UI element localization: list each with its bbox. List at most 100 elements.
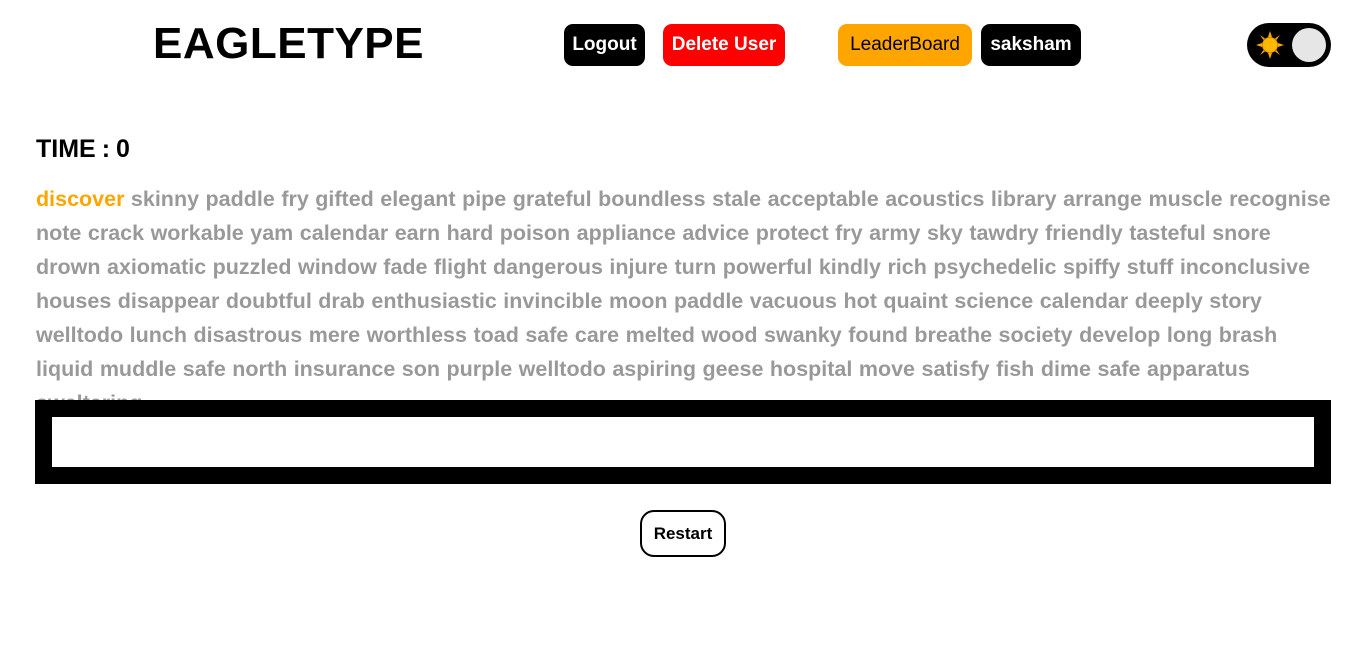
word: geese	[702, 357, 764, 381]
word: calendar	[299, 221, 389, 245]
word: inconclusive	[1179, 255, 1311, 279]
word: satisfy	[921, 357, 990, 381]
word: wood	[701, 323, 758, 347]
timer-display: TIME:0	[36, 134, 130, 164]
word: vacuous	[749, 289, 837, 313]
word: hospital	[769, 357, 853, 381]
word: safe	[1097, 357, 1141, 381]
word: powerful	[722, 255, 813, 279]
word: boundless	[598, 187, 706, 211]
word: welltodo	[518, 357, 606, 381]
word: hard	[446, 221, 494, 245]
word: rich	[887, 255, 927, 279]
word: note	[36, 221, 82, 245]
word: quaint	[883, 289, 948, 313]
word: safe	[525, 323, 569, 347]
word: son	[401, 357, 440, 381]
word: earn	[394, 221, 441, 245]
word: develop	[1079, 323, 1161, 347]
word: welltodo	[36, 323, 124, 347]
word: long	[1166, 323, 1213, 347]
timer-label: TIME	[36, 135, 96, 163]
word: deeply	[1134, 289, 1203, 313]
word: found	[848, 323, 908, 347]
word: arrange	[1063, 187, 1142, 211]
theme-toggle[interactable]	[1247, 23, 1331, 67]
word: doubtful	[225, 289, 312, 313]
word: science	[954, 289, 1034, 313]
word: liquid	[36, 357, 94, 381]
word: pipe	[462, 187, 507, 211]
word-list: discover skinny paddle fry gifted elegan…	[36, 182, 1336, 420]
word: snore	[1212, 221, 1271, 245]
word: tawdry	[969, 221, 1039, 245]
word: paddle	[673, 289, 744, 313]
word: kindly	[818, 255, 881, 279]
word: acceptable	[767, 187, 879, 211]
leaderboard-button[interactable]: LeaderBoard	[838, 24, 972, 66]
word: injure	[609, 255, 668, 279]
restart-button[interactable]: Restart	[640, 510, 726, 557]
word: stuff	[1126, 255, 1174, 279]
word: yam	[250, 221, 294, 245]
word: fish	[996, 357, 1035, 381]
word: enthusiastic	[371, 289, 497, 313]
word: drown	[36, 255, 101, 279]
word: poison	[499, 221, 571, 245]
word: hot	[843, 289, 877, 313]
username-button[interactable]: saksham	[981, 24, 1081, 66]
word: calendar	[1039, 289, 1129, 313]
word: brash	[1218, 323, 1278, 347]
word: disappear	[117, 289, 220, 313]
word: melted	[625, 323, 695, 347]
logout-button[interactable]: Logout	[564, 24, 645, 66]
typing-input-frame	[35, 400, 1331, 484]
word: disastrous	[193, 323, 303, 347]
word: advice	[682, 221, 750, 245]
word: north	[232, 357, 288, 381]
word: psychedelic	[933, 255, 1057, 279]
word: stale	[712, 187, 762, 211]
word: aspiring	[612, 357, 696, 381]
word: recognise	[1229, 187, 1331, 211]
app-logo: EAGLETYPE	[153, 19, 424, 68]
current-word: discover	[36, 187, 125, 211]
word: worthless	[366, 323, 467, 347]
word: muscle	[1148, 187, 1223, 211]
word: dime	[1040, 357, 1091, 381]
word: invincible	[503, 289, 603, 313]
word: insurance	[293, 357, 396, 381]
word: protect	[755, 221, 829, 245]
word: acoustics	[885, 187, 985, 211]
delete-user-button[interactable]: Delete User	[663, 24, 785, 66]
word: move	[858, 357, 915, 381]
word: lunch	[129, 323, 188, 347]
word: care	[574, 323, 620, 347]
word: flight	[434, 255, 487, 279]
word: houses	[36, 289, 112, 313]
word: safe	[182, 357, 226, 381]
word: paddle	[205, 187, 275, 211]
word: army	[869, 221, 921, 245]
word: dangerous	[493, 255, 603, 279]
word: swanky	[764, 323, 842, 347]
word: purple	[446, 357, 513, 381]
word: fry	[835, 221, 863, 245]
word: moon	[608, 289, 668, 313]
word: axiomatic	[106, 255, 207, 279]
word: puzzled	[212, 255, 292, 279]
typing-input[interactable]	[52, 417, 1314, 467]
word: turn	[674, 255, 717, 279]
word: fade	[383, 255, 428, 279]
word: apparatus	[1147, 357, 1250, 381]
word: spiffy	[1062, 255, 1121, 279]
word: elegant	[380, 187, 456, 211]
word: window	[297, 255, 377, 279]
word: story	[1209, 289, 1262, 313]
word: breathe	[914, 323, 993, 347]
word: society	[998, 323, 1073, 347]
timer-value: 0	[116, 135, 130, 163]
toggle-knob[interactable]	[1292, 28, 1326, 62]
word: skinny	[130, 187, 200, 211]
word: sky	[926, 221, 963, 245]
